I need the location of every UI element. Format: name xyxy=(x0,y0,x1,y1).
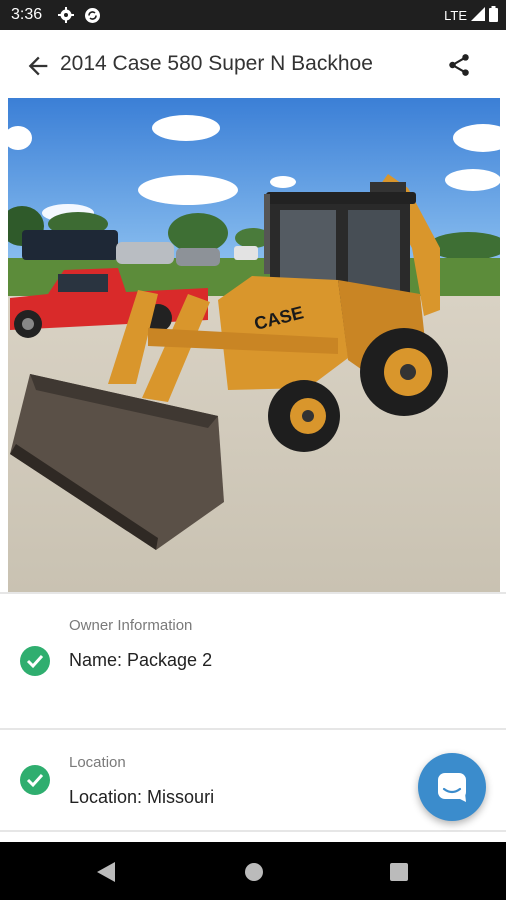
network-type: LTE xyxy=(444,8,467,23)
settings-icon xyxy=(58,7,74,28)
check-circle-icon xyxy=(20,646,50,676)
check-circle-icon xyxy=(20,765,50,795)
share-button[interactable] xyxy=(446,52,472,78)
home-circle-icon[interactable] xyxy=(244,862,264,887)
backhoe-photo: CASE xyxy=(8,98,500,592)
back-triangle-icon[interactable] xyxy=(97,862,115,887)
page-title: 2014 Case 580 Super N Backhoe xyxy=(60,52,373,75)
arrow-left-icon xyxy=(28,56,48,76)
signal-icon xyxy=(471,7,485,24)
chat-icon xyxy=(438,773,466,802)
battery-icon xyxy=(489,6,498,25)
owner-name-value: Name: Package 2 xyxy=(69,650,213,670)
sync-icon xyxy=(84,7,101,29)
status-right: LTE xyxy=(444,6,498,25)
owner-info-card[interactable]: Owner Information Name: Package 2 xyxy=(0,594,506,728)
status-time: 3:36 xyxy=(11,6,43,23)
recents-square-icon[interactable] xyxy=(390,863,408,886)
location-value: Location: Missouri xyxy=(69,787,215,807)
divider xyxy=(0,830,506,832)
owner-info-label: Owner Information xyxy=(69,617,193,634)
location-label: Location xyxy=(69,754,126,771)
app-bar: 2014 Case 580 Super N Backhoe xyxy=(0,30,506,100)
share-icon xyxy=(449,54,469,76)
status-bar: 3:36 LTE xyxy=(0,0,506,30)
chat-button[interactable] xyxy=(418,753,486,821)
back-button[interactable] xyxy=(24,52,52,80)
system-nav-bar xyxy=(0,842,506,900)
